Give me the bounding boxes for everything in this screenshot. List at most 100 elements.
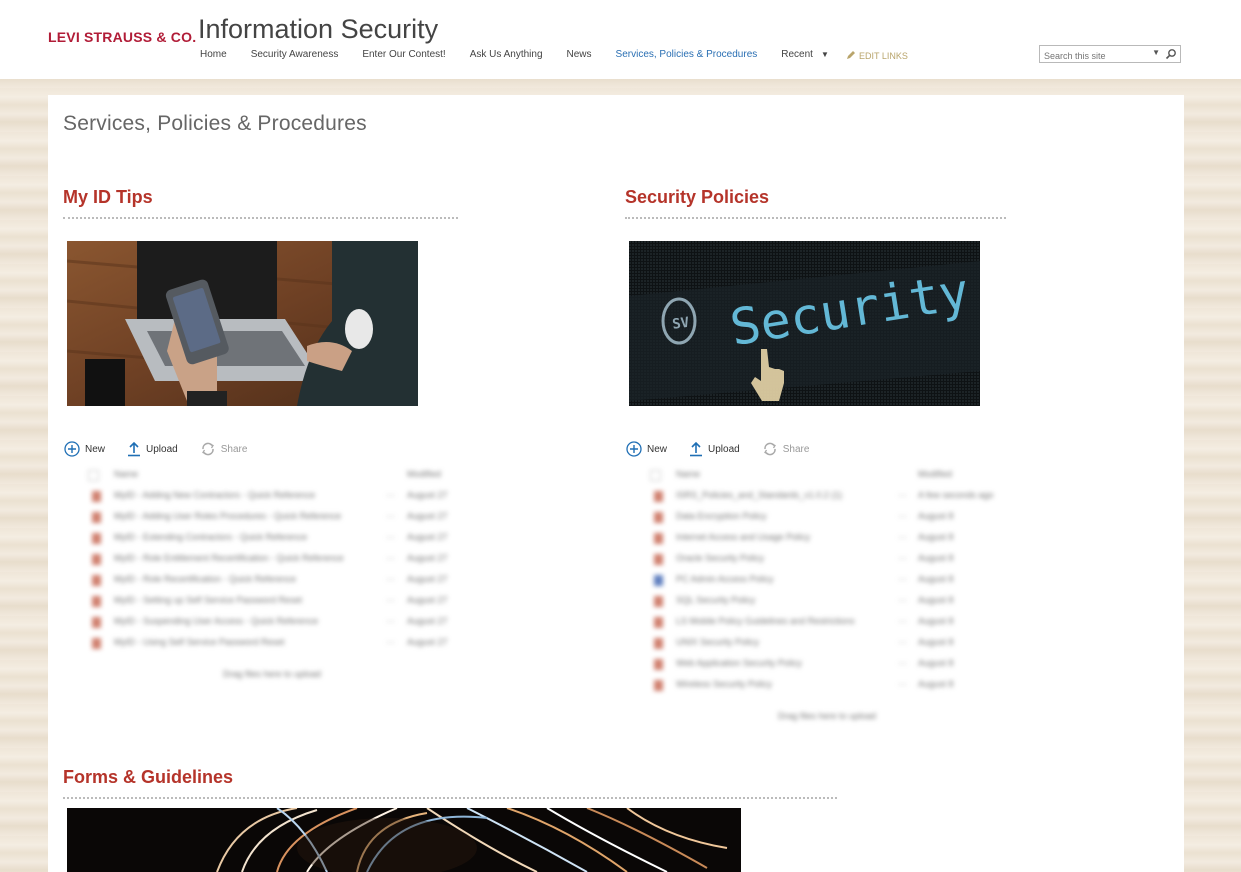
nav-recent[interactable]: Recent ▼ — [781, 49, 829, 60]
document-row[interactable]: MyID - Adding User Roles Procedures - Qu… — [64, 507, 464, 528]
document-row[interactable]: Oracle Security Policy ··· August 8 — [626, 549, 1026, 570]
item-menu-ellipsis[interactable]: ··· — [386, 532, 395, 542]
document-name[interactable]: LS Mobile Policy Guidelines and Restrict… — [676, 616, 855, 626]
document-row[interactable]: MyID - Suspending User Access - Quick Re… — [64, 612, 464, 633]
document-row[interactable]: LS Mobile Policy Guidelines and Restrict… — [626, 612, 1026, 633]
document-modified: August 27 — [407, 616, 448, 626]
document-modified: August 27 — [407, 595, 448, 605]
id-tips-new-label: New — [85, 443, 106, 455]
item-menu-ellipsis[interactable]: ··· — [898, 511, 907, 521]
document-name[interactable]: MyID - Adding New Contractors - Quick Re… — [114, 490, 315, 500]
id-tips-toolbar: New Upload Share — [64, 441, 269, 457]
policies-new-button[interactable]: New — [626, 441, 667, 457]
nav-services-policies-procedures[interactable]: Services, Policies & Procedures — [616, 49, 758, 60]
item-menu-ellipsis[interactable]: ··· — [386, 553, 395, 563]
search-input[interactable] — [1040, 48, 1156, 64]
document-modified: August 8 — [918, 595, 954, 605]
id-tips-document-list: Name Modified MyID - Adding New Contract… — [64, 465, 464, 654]
document-name[interactable]: Wireless Security Policy — [676, 679, 772, 689]
search-scope-dropdown-icon[interactable]: ▼ — [1152, 48, 1160, 57]
chevron-down-icon: ▼ — [820, 50, 829, 59]
policies-upload-button[interactable]: Upload — [689, 441, 740, 457]
section-divider — [63, 797, 837, 799]
item-menu-ellipsis[interactable]: ··· — [386, 511, 395, 521]
item-menu-ellipsis[interactable]: ··· — [386, 574, 395, 584]
document-icon — [92, 638, 101, 649]
site-title[interactable]: Information Security — [198, 14, 438, 45]
document-row[interactable]: Data Encryption Policy ··· August 8 — [626, 507, 1026, 528]
document-row[interactable]: MyID - Adding New Contractors - Quick Re… — [64, 486, 464, 507]
item-menu-ellipsis[interactable]: ··· — [386, 637, 395, 647]
edit-links-button[interactable]: EDIT LINKS — [846, 50, 908, 61]
document-name[interactable]: PC Admin Access Policy — [676, 574, 774, 584]
item-menu-ellipsis[interactable]: ··· — [898, 532, 907, 542]
select-all-checkbox[interactable] — [650, 470, 661, 481]
document-row[interactable]: ISRS_Policies_and_Standards_v1.0.2 (1) ··… — [626, 486, 1026, 507]
document-name[interactable]: Internet Access and Usage Policy — [676, 532, 810, 542]
document-name[interactable]: MyID - Role Recertification - Quick Refe… — [114, 574, 296, 584]
document-name[interactable]: MyID - Role Entitlement Recertification … — [114, 553, 344, 563]
section-heading-my-id-tips[interactable]: My ID Tips — [63, 187, 153, 208]
upload-icon — [690, 441, 703, 457]
section-divider — [63, 217, 458, 219]
document-row[interactable]: PC Admin Access Policy ··· August 8 — [626, 570, 1026, 591]
item-menu-ellipsis[interactable]: ··· — [386, 616, 395, 626]
item-menu-ellipsis[interactable]: ··· — [898, 637, 907, 647]
document-row[interactable]: UNIX Security Policy ··· August 8 — [626, 633, 1026, 654]
document-modified: August 27 — [407, 574, 448, 584]
nav-enter-contest[interactable]: Enter Our Contest! — [362, 49, 445, 60]
document-row[interactable]: Wireless Security Policy ··· August 8 — [626, 675, 1026, 696]
nav-news[interactable]: News — [567, 49, 592, 60]
document-icon — [654, 617, 663, 628]
forms-guidelines-image — [67, 808, 741, 872]
document-name[interactable]: Data Encryption Policy — [676, 511, 767, 521]
document-name[interactable]: MyID - Using Self Service Password Reset — [114, 637, 285, 647]
document-icon — [654, 491, 663, 502]
item-menu-ellipsis[interactable]: ··· — [386, 490, 395, 500]
document-name[interactable]: MyID - Setting up Self Service Password … — [114, 595, 302, 605]
column-header-name[interactable]: Name — [676, 469, 700, 479]
column-header-modified[interactable]: Modified — [407, 469, 441, 479]
document-name[interactable]: SQL Security Policy — [676, 595, 755, 605]
policies-share-button[interactable]: Share — [762, 441, 809, 457]
document-name[interactable]: Web Application Security Policy — [676, 658, 802, 668]
document-row[interactable]: SQL Security Policy ··· August 8 — [626, 591, 1026, 612]
document-name[interactable]: UNIX Security Policy — [676, 637, 759, 647]
document-name[interactable]: ISRS_Policies_and_Standards_v1.0.2 (1) — [676, 490, 842, 500]
item-menu-ellipsis[interactable]: ··· — [386, 595, 395, 605]
id-tips-new-button[interactable]: New — [64, 441, 105, 457]
search-icon[interactable] — [1165, 47, 1177, 65]
id-tips-upload-button[interactable]: Upload — [127, 441, 178, 457]
document-name[interactable]: MyID - Extending Contractors - Quick Ref… — [114, 532, 307, 542]
document-row[interactable]: Web Application Security Policy ··· August… — [626, 654, 1026, 675]
column-header-modified[interactable]: Modified — [918, 469, 952, 479]
document-row[interactable]: MyID - Role Entitlement Recertification … — [64, 549, 464, 570]
nav-security-awareness[interactable]: Security Awareness — [251, 49, 339, 60]
policies-toolbar: New Upload Share — [626, 441, 831, 457]
column-header-name[interactable]: Name — [114, 469, 138, 479]
item-menu-ellipsis[interactable]: ··· — [898, 658, 907, 668]
document-row[interactable]: MyID - Role Recertification - Quick Refe… — [64, 570, 464, 591]
upload-icon — [128, 441, 141, 457]
item-menu-ellipsis[interactable]: ··· — [898, 490, 907, 500]
section-heading-forms-guidelines[interactable]: Forms & Guidelines — [63, 767, 233, 788]
document-modified: August 27 — [407, 553, 448, 563]
nav-home[interactable]: Home — [200, 49, 227, 60]
item-menu-ellipsis[interactable]: ··· — [898, 679, 907, 689]
id-tips-share-button[interactable]: Share — [200, 441, 247, 457]
select-all-checkbox[interactable] — [88, 470, 99, 481]
document-row[interactable]: Internet Access and Usage Policy ··· Augus… — [626, 528, 1026, 549]
section-heading-security-policies[interactable]: Security Policies — [625, 187, 769, 208]
item-menu-ellipsis[interactable]: ··· — [898, 595, 907, 605]
nav-ask-us-anything[interactable]: Ask Us Anything — [470, 49, 543, 60]
company-logo[interactable]: LEVI STRAUSS & CO. — [48, 29, 196, 45]
document-row[interactable]: MyID - Extending Contractors - Quick Ref… — [64, 528, 464, 549]
item-menu-ellipsis[interactable]: ··· — [898, 574, 907, 584]
document-name[interactable]: MyID - Suspending User Access - Quick Re… — [114, 616, 318, 626]
document-row[interactable]: MyID - Setting up Self Service Password … — [64, 591, 464, 612]
item-menu-ellipsis[interactable]: ··· — [898, 616, 907, 626]
document-name[interactable]: MyID - Adding User Roles Procedures - Qu… — [114, 511, 341, 521]
document-name[interactable]: Oracle Security Policy — [676, 553, 764, 563]
item-menu-ellipsis[interactable]: ··· — [898, 553, 907, 563]
document-row[interactable]: MyID - Using Self Service Password Reset… — [64, 633, 464, 654]
